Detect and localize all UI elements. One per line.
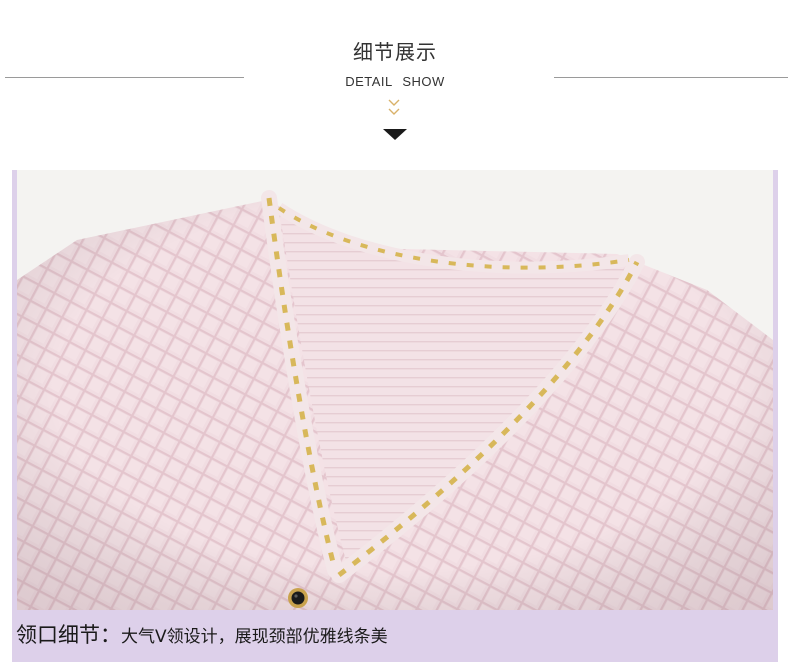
- section-title: 细节展示: [353, 40, 437, 64]
- caption-text: 大气V领设计，展现颈部优雅线条美: [121, 627, 388, 647]
- double-chevron-down-icon: [388, 99, 400, 106]
- caption-label: 领口细节：: [16, 623, 121, 647]
- section-subtitle: DETAIL SHOW: [345, 74, 445, 89]
- triangle-down-icon: [383, 129, 407, 140]
- sweater-neckline-image: [17, 170, 773, 610]
- chevron-down-icon: [388, 108, 400, 115]
- product-photo: [17, 170, 773, 610]
- detail-caption: 领口细节：大气V领设计，展现颈部优雅线条美: [16, 620, 388, 650]
- detail-header: 细节展示 DETAIL SHOW: [0, 0, 790, 170]
